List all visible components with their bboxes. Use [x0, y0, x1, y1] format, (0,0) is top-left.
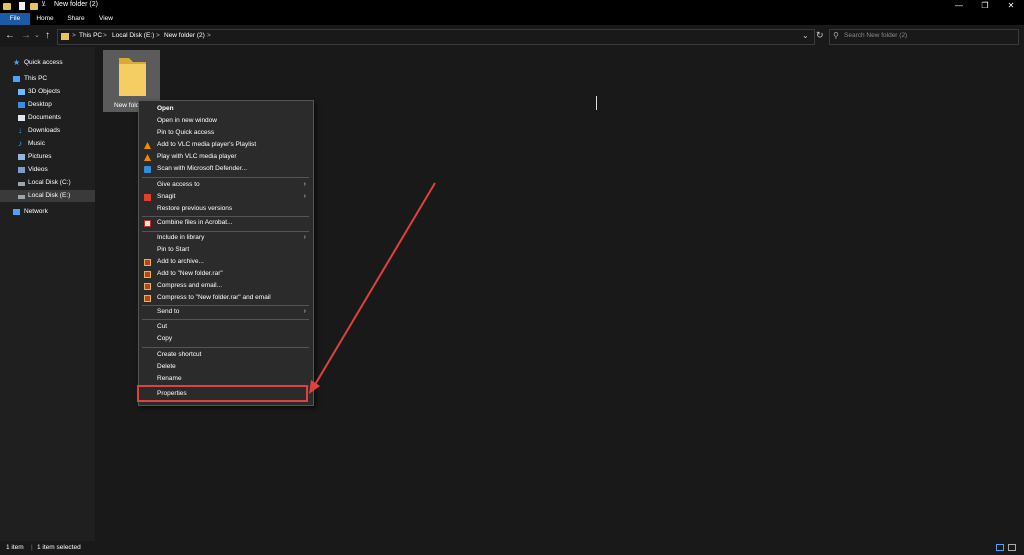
annotation-arrow [309, 182, 436, 394]
item-count: 1 item [6, 544, 24, 551]
large-icons-view-icon[interactable] [1008, 544, 1016, 551]
selection-count: 1 item selected [37, 544, 81, 551]
details-view-icon[interactable] [996, 544, 1004, 551]
status-separator: | [31, 544, 33, 551]
status-bar: 1 item | 1 item selected [0, 541, 1024, 555]
